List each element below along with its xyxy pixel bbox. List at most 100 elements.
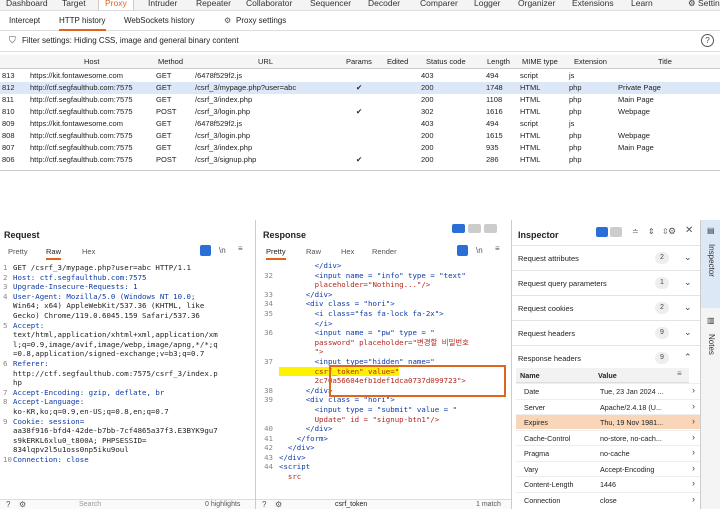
inspector-layout-icon[interactable] — [596, 227, 608, 237]
inspector-layout2-icon[interactable] — [610, 227, 622, 237]
header-value: Tue, 23 Jan 2024 ... — [600, 387, 664, 396]
chevron-right-icon[interactable]: › — [692, 463, 695, 473]
response-header-row[interactable]: Cache-Control no-store, no-cach... › — [516, 429, 704, 445]
column-status-code[interactable]: Status code — [426, 57, 466, 66]
proxy-settings-button[interactable]: Proxy settings — [236, 11, 286, 31]
response-header-row[interactable]: Pragma no-cache › — [516, 445, 704, 460]
filter-bar[interactable]: ⛉ Filter settings: Hiding CSS, image and… — [0, 31, 720, 52]
tab-target[interactable]: Target — [62, 0, 86, 8]
tab-settings[interactable]: Settings — [698, 0, 720, 8]
tab-repeater[interactable]: Repeater — [196, 0, 231, 8]
chevron-right-icon[interactable]: › — [692, 401, 695, 411]
table-row[interactable]: 809 https://kit.fontawesome.com GET/6478f5… — [0, 118, 720, 130]
layout-horizontal-icon[interactable] — [468, 224, 481, 233]
table-row[interactable]: 808 http://ctf.segfaulthub.com:7575 GET/cs… — [0, 130, 720, 142]
request-raw-text[interactable]: 1 GET /csrf_3/mypage.php?user=abc HTTP/1.… — [3, 263, 218, 464]
help-icon[interactable]: ? — [701, 34, 714, 47]
column-host[interactable]: Host — [84, 57, 99, 66]
table-row[interactable]: 813 https://kit.fontawesome.com GET/6478f5… — [0, 70, 720, 82]
help-circle-icon[interactable]: ? — [262, 500, 266, 509]
table-row[interactable]: 812 http://ctf.segfaulthub.com:7575 GET/cs… — [0, 82, 720, 94]
column-title[interactable]: Title — [658, 57, 672, 66]
tab-proxy[interactable]: Proxy — [98, 0, 134, 10]
wrap-icon[interactable] — [457, 245, 468, 256]
tab-websockets-history[interactable]: WebSockets history — [124, 11, 195, 31]
inspector-section[interactable]: Request headers 9 ⌄ — [512, 320, 707, 345]
gear-icon[interactable]: ⚙ — [688, 0, 696, 9]
wrap-icon[interactable] — [200, 245, 211, 256]
inspector-section[interactable]: Response headers 9 ⌃ — [512, 345, 707, 370]
help-circle-icon[interactable]: ? — [6, 500, 10, 509]
table-row[interactable]: 807 http://ctf.segfaulthub.com:7575 GET/cs… — [0, 142, 720, 154]
column-url[interactable]: URL — [258, 57, 273, 66]
inspector-section[interactable]: Request query parameters 1 ⌄ — [512, 270, 707, 295]
settings-icon[interactable]: ⚙ — [19, 500, 26, 509]
request-search-input[interactable]: Search — [79, 501, 101, 508]
column-edited[interactable]: Edited — [387, 57, 408, 66]
request-line: 6 Referer: — [3, 359, 218, 369]
tab-decoder[interactable]: Decoder — [368, 0, 400, 8]
section-count-badge: 9 — [655, 352, 669, 364]
tab-http-history[interactable]: HTTP history — [59, 11, 106, 31]
notes-side-label: Notes — [707, 334, 716, 355]
chevron-right-icon[interactable]: › — [692, 494, 695, 504]
inspector-side-tab[interactable]: ▤ Inspector — [701, 220, 720, 308]
settings-gear-icon[interactable]: ⚙ — [224, 11, 231, 31]
column-method[interactable]: Method — [158, 57, 183, 66]
request-tab-pretty[interactable]: Pretty — [8, 247, 28, 256]
newline-icon[interactable]: \n — [219, 246, 226, 255]
collapse-icon[interactable]: ⇕ — [648, 227, 655, 236]
response-line-text: <input name = "pw" type = " — [279, 328, 435, 338]
tab-learn[interactable]: Learn — [631, 0, 653, 8]
request-line-text: http://ctf.segfaulthub.com:7575/csrf_3/i… — [13, 368, 218, 378]
table-row[interactable]: 806 http://ctf.segfaulthub.com:7575 POST/c… — [0, 154, 720, 166]
layout-split-icon[interactable] — [452, 224, 465, 233]
request-tab-raw[interactable]: Raw — [46, 247, 62, 260]
tab-comparer[interactable]: Comparer — [420, 0, 458, 8]
layout-tabs-icon[interactable] — [484, 224, 497, 233]
request-tab-hex[interactable]: Hex — [82, 247, 95, 256]
chevron-right-icon[interactable]: › — [692, 478, 695, 488]
table-row[interactable]: 811 http://ctf.segfaulthub.com:7575 GET/cs… — [0, 94, 720, 106]
response-header-row[interactable]: Vary Accept-Encoding › — [516, 460, 704, 476]
inspector-settings-icon[interactable]: ⚙ — [668, 226, 676, 237]
response-tab-pretty[interactable]: Pretty — [266, 247, 286, 260]
response-tab-hex[interactable]: Hex — [341, 247, 354, 256]
response-header-row[interactable]: Date Tue, 23 Jan 2024 ... › — [516, 383, 704, 398]
chevron-right-icon[interactable]: › — [692, 432, 695, 442]
newline-icon[interactable]: \n — [476, 246, 483, 255]
response-tab-render[interactable]: Render — [372, 247, 397, 256]
chevron-right-icon[interactable]: › — [692, 385, 695, 395]
inspector-section[interactable]: Request attributes 2 ⌄ — [512, 245, 707, 270]
column-params[interactable]: Params — [346, 57, 372, 66]
chevron-right-icon[interactable]: › — [692, 416, 695, 426]
settings-icon[interactable]: ⚙ — [275, 500, 282, 509]
response-header-row[interactable]: Server Apache/2.4.18 (U... › — [516, 398, 704, 414]
menu-icon[interactable]: ≡ — [238, 244, 243, 253]
inspector-section[interactable]: Request cookies 2 ⌄ — [512, 295, 707, 320]
sort-icon[interactable]: ≐ — [632, 227, 639, 236]
cell-method: GET — [156, 95, 172, 104]
column-mime-type[interactable]: MIME type — [522, 57, 558, 66]
menu-icon[interactable]: ≡ — [495, 244, 500, 253]
table-menu-icon[interactable]: ≡ — [677, 369, 682, 378]
response-header-row[interactable]: Connection close › — [516, 491, 704, 507]
tab-extensions[interactable]: Extensions — [572, 0, 614, 8]
column-extension[interactable]: Extension — [574, 57, 607, 66]
tab-organizer[interactable]: Organizer — [518, 0, 555, 8]
response-tab-raw[interactable]: Raw — [306, 247, 321, 256]
tab-intruder[interactable]: Intruder — [148, 0, 177, 8]
response-header-row[interactable]: Expires Thu, 19 Nov 1981... › — [516, 414, 704, 429]
tab-intercept[interactable]: Intercept — [9, 11, 40, 31]
chevron-right-icon[interactable]: › — [692, 447, 695, 457]
tab-dashboard[interactable]: Dashboard — [6, 0, 48, 8]
table-row[interactable]: 810 http://ctf.segfaulthub.com:7575 POST/c… — [0, 106, 720, 118]
column-length[interactable]: Length — [487, 57, 510, 66]
notes-side-tab[interactable]: ▥ Notes — [701, 310, 720, 370]
tab-logger[interactable]: Logger — [474, 0, 500, 8]
tab-sequencer[interactable]: Sequencer — [310, 0, 351, 8]
response-search-input[interactable]: csrf_token — [335, 501, 367, 508]
close-icon[interactable]: ✕ — [685, 225, 693, 236]
response-header-row[interactable]: Content-Length 1446 › — [516, 476, 704, 491]
tab-collaborator[interactable]: Collaborator — [246, 0, 292, 8]
